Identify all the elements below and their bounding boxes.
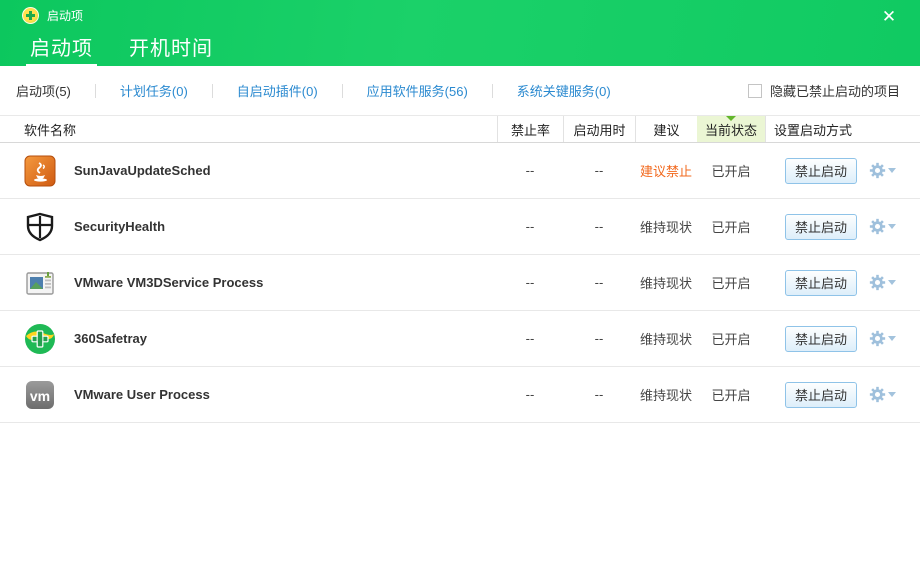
boot-time-value: -- xyxy=(563,163,635,178)
gear-icon xyxy=(869,274,886,291)
tab-boot-time[interactable]: 开机时间 xyxy=(129,32,213,68)
header-ban-rate[interactable]: 禁止率 xyxy=(497,116,563,142)
titlebar: 启动项 ✕ 启动项 开机时间 xyxy=(0,0,920,66)
suggestion-value: 维持现状 xyxy=(635,217,697,236)
header-software-name: 软件名称 xyxy=(0,116,497,142)
table-row: VMware VM3DService Process -- -- 维持现状 已开… xyxy=(0,255,920,311)
settings-dropdown[interactable] xyxy=(869,274,896,291)
shield-icon xyxy=(24,211,56,243)
chevron-down-icon xyxy=(888,392,896,397)
divider xyxy=(212,84,213,98)
gear-icon xyxy=(869,330,886,347)
nav-tabs: 启动项 开机时间 xyxy=(0,32,920,68)
filter-autostart-plugins[interactable]: 自启动插件(0) xyxy=(235,81,320,100)
status-value: 已开启 xyxy=(697,161,765,180)
software-name: VMware VM3DService Process xyxy=(74,275,263,290)
chevron-down-icon xyxy=(888,336,896,341)
divider xyxy=(492,84,493,98)
table-row: SecurityHealth -- -- 维持现状 已开启 禁止启动 xyxy=(0,199,920,255)
suggestion-value: 维持现状 xyxy=(635,329,697,348)
status-value: 已开启 xyxy=(697,217,765,236)
hide-disabled-label: 隐藏已禁止启动的项目 xyxy=(770,81,900,100)
ban-rate-value: -- xyxy=(497,219,563,234)
boot-time-value: -- xyxy=(563,331,635,346)
header-current-status[interactable]: 当前状态 xyxy=(697,116,765,142)
disable-startup-button[interactable]: 禁止启动 xyxy=(785,382,857,408)
gear-icon xyxy=(869,162,886,179)
java-icon xyxy=(24,155,56,187)
header-boot-time[interactable]: 启动用时 xyxy=(563,116,635,142)
status-value: 已开启 xyxy=(697,385,765,404)
startup-manager-window: 启动项 ✕ 启动项 开机时间 启动项(5) 计划任务(0) 自启动插件(0) 应… xyxy=(0,0,920,580)
filter-app-services[interactable]: 应用软件服务(56) xyxy=(365,81,470,100)
divider xyxy=(95,84,96,98)
software-name: SecurityHealth xyxy=(74,219,165,234)
status-value: 已开启 xyxy=(697,329,765,348)
filter-bar: 启动项(5) 计划任务(0) 自启动插件(0) 应用软件服务(56) 系统关键服… xyxy=(0,66,920,115)
filter-scheduled-tasks[interactable]: 计划任务(0) xyxy=(118,81,190,100)
status-value: 已开启 xyxy=(697,273,765,292)
boot-time-value: -- xyxy=(563,275,635,290)
boot-time-value: -- xyxy=(563,387,635,402)
table-row: SunJavaUpdateSched -- -- 建议禁止 已开启 禁止启动 xyxy=(0,143,920,199)
boot-time-value: -- xyxy=(563,219,635,234)
sort-triangle-icon xyxy=(726,116,736,121)
table-row: 360Safetray -- -- 维持现状 已开启 禁止启动 xyxy=(0,311,920,367)
settings-dropdown[interactable] xyxy=(869,162,896,179)
chevron-down-icon xyxy=(888,168,896,173)
disable-startup-button[interactable]: 禁止启动 xyxy=(785,158,857,184)
360-icon xyxy=(24,323,56,355)
hide-disabled-toggle[interactable]: 隐藏已禁止启动的项目 xyxy=(748,81,900,100)
software-name: VMware User Process xyxy=(74,387,210,402)
suggestion-value: 维持现状 xyxy=(635,385,697,404)
disable-startup-button[interactable]: 禁止启动 xyxy=(785,270,857,296)
tab-startup-items[interactable]: 启动项 xyxy=(30,32,93,68)
svg-text:vm: vm xyxy=(30,388,50,404)
close-icon[interactable]: ✕ xyxy=(876,6,902,28)
settings-dropdown[interactable] xyxy=(869,218,896,235)
ban-rate-value: -- xyxy=(497,387,563,402)
header-suggestion[interactable]: 建议 xyxy=(635,116,697,142)
suggestion-value: 维持现状 xyxy=(635,273,697,292)
filter-startup-items[interactable]: 启动项(5) xyxy=(14,81,73,100)
settings-dropdown[interactable] xyxy=(869,330,896,347)
header-set-startup-mode: 设置启动方式 xyxy=(765,116,920,142)
settings-dropdown[interactable] xyxy=(869,386,896,403)
software-name: SunJavaUpdateSched xyxy=(74,163,211,178)
disable-startup-button[interactable]: 禁止启动 xyxy=(785,326,857,352)
chevron-down-icon xyxy=(888,280,896,285)
vm-icon: vm xyxy=(24,379,56,411)
ban-rate-value: -- xyxy=(497,275,563,290)
app-title: 启动项 xyxy=(47,7,83,24)
table-header: 软件名称 禁止率 启动用时 建议 当前状态 设置启动方式 xyxy=(0,116,920,143)
software-name: 360Safetray xyxy=(74,331,147,346)
gear-icon xyxy=(869,386,886,403)
chevron-down-icon xyxy=(888,224,896,229)
filter-system-services[interactable]: 系统关键服务(0) xyxy=(515,81,613,100)
ban-rate-value: -- xyxy=(497,163,563,178)
suggestion-value: 建议禁止 xyxy=(635,161,697,180)
disable-startup-button[interactable]: 禁止启动 xyxy=(785,214,857,240)
app-logo-icon xyxy=(22,7,39,24)
ban-rate-value: -- xyxy=(497,331,563,346)
gear-icon xyxy=(869,218,886,235)
hide-disabled-checkbox[interactable] xyxy=(748,84,762,98)
display-window-icon xyxy=(24,267,56,299)
table-row: vm VMware User Process -- -- 维持现状 已开启 禁止… xyxy=(0,367,920,423)
divider xyxy=(342,84,343,98)
